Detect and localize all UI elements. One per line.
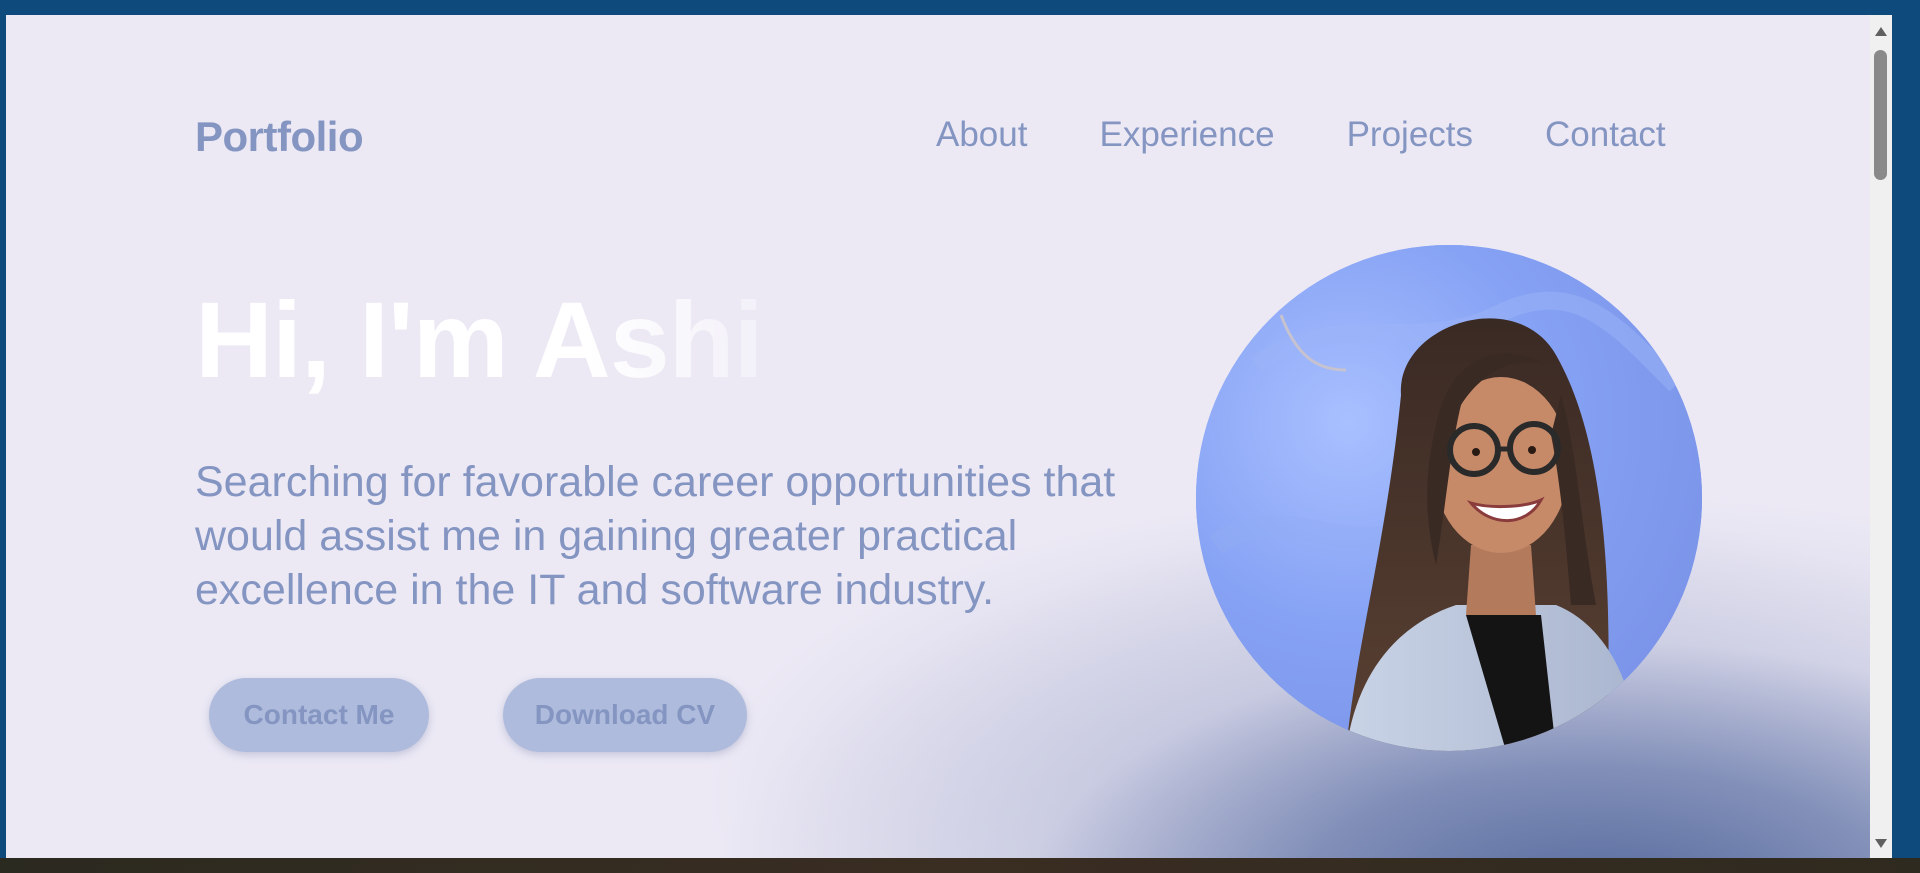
taskbar-edge <box>0 858 1920 873</box>
nav-experience-link[interactable]: Experience <box>1099 115 1274 155</box>
vertical-scrollbar[interactable] <box>1870 15 1892 858</box>
hero-title: Hi, I'm Ashi <box>195 279 764 400</box>
scroll-up-icon[interactable] <box>1875 27 1887 36</box>
profile-photo <box>1196 245 1702 751</box>
contact-me-button[interactable]: Contact Me <box>209 678 429 752</box>
main-nav: About Experience Projects Contact <box>936 115 1666 155</box>
nav-contact-link[interactable]: Contact <box>1545 115 1666 155</box>
hero-description: Searching for favorable career opportuni… <box>195 458 1116 614</box>
nav-about-link[interactable]: About <box>936 115 1027 155</box>
scrollbar-thumb[interactable] <box>1874 50 1887 180</box>
download-cv-button[interactable]: Download CV <box>503 678 747 752</box>
nav-projects-link[interactable]: Projects <box>1347 115 1473 155</box>
profile-photo-illustration <box>1196 245 1702 751</box>
scroll-down-icon[interactable] <box>1875 839 1887 848</box>
browser-viewport: Portfolio About Experience Projects Cont… <box>6 15 1892 858</box>
site-logo[interactable]: Portfolio <box>195 113 364 161</box>
